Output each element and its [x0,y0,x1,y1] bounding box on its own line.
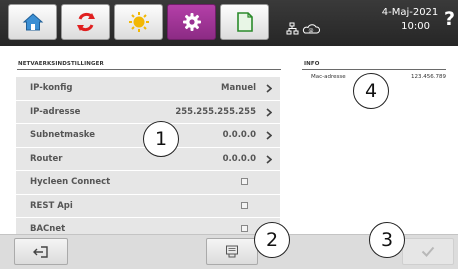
row-hycleen-connect[interactable]: Hycleen Connect [16,171,280,194]
time-label: 10:00 [401,21,430,32]
svg-text:@: @ [309,28,314,34]
network-settings-list: IP-konfig Manuel IP-adresse 255.255.255.… [16,77,280,242]
callout-4: 4 [353,73,389,109]
row-value: 255.255.255.255 [175,106,256,117]
date-label: 4-Maj-2021 [381,7,439,18]
tab-files[interactable] [220,4,269,40]
chevron-right-icon [266,84,272,93]
home-icon [22,13,43,31]
callout-2: 2 [254,222,290,258]
rest-api-checkbox[interactable] [241,201,248,209]
row-label: Router [30,153,63,164]
row-value: 0.0.0.0 [222,130,256,141]
file-icon [236,12,253,32]
tab-home[interactable] [8,4,57,40]
chevron-right-icon [266,131,272,140]
mac-address-value: 123.456.789 [411,74,446,80]
export-button[interactable] [206,238,258,265]
bacnet-checkbox[interactable] [241,225,248,232]
callout-1: 1 [143,121,179,157]
row-rest-api[interactable]: REST Api [16,194,280,217]
tab-circulation[interactable] [61,4,110,40]
tab-settings[interactable] [167,4,216,40]
exit-button[interactable] [14,238,68,265]
chevron-right-icon [266,154,272,164]
row-label: REST Api [30,200,73,211]
network-section-divider [17,69,281,70]
row-value: Manuel [221,83,256,94]
row-label: IP-konfig [30,83,73,94]
network-section-title: NETVAERKSINDSTILLINGER [18,61,104,67]
help-button[interactable]: ? [444,8,455,30]
row-value: 0.0.0.0 [222,153,256,164]
row-label: Hycleen Connect [30,177,111,188]
row-label: Subnetmaske [30,130,95,141]
exit-icon [33,245,48,258]
datetime-display: 4-Maj-2021 10:00 [368,6,446,34]
tab-solar[interactable] [114,4,163,40]
info-section-divider [302,69,446,70]
hycleen-connect-checkbox[interactable] [241,178,248,185]
network-cloud-icon: @ [286,22,321,35]
row-ip-address[interactable]: IP-adresse 255.255.255.255 [16,100,280,123]
top-bar: @ 4-Maj-2021 10:00 ? [0,0,458,46]
row-ip-config[interactable]: IP-konfig Manuel [16,77,280,100]
gear-icon [182,13,201,31]
sun-icon [128,12,149,32]
confirm-button[interactable] [402,238,454,265]
chevron-right-icon [266,107,272,117]
mac-address-label: Mac-adresse [311,74,346,80]
info-section-title: INFO [304,61,320,67]
row-label: BACnet [30,224,66,235]
circulation-arrows-icon [76,12,95,32]
row-label: IP-adresse [30,106,81,117]
checkmark-icon [421,246,435,257]
callout-3: 3 [369,222,405,258]
document-icon [226,245,238,258]
